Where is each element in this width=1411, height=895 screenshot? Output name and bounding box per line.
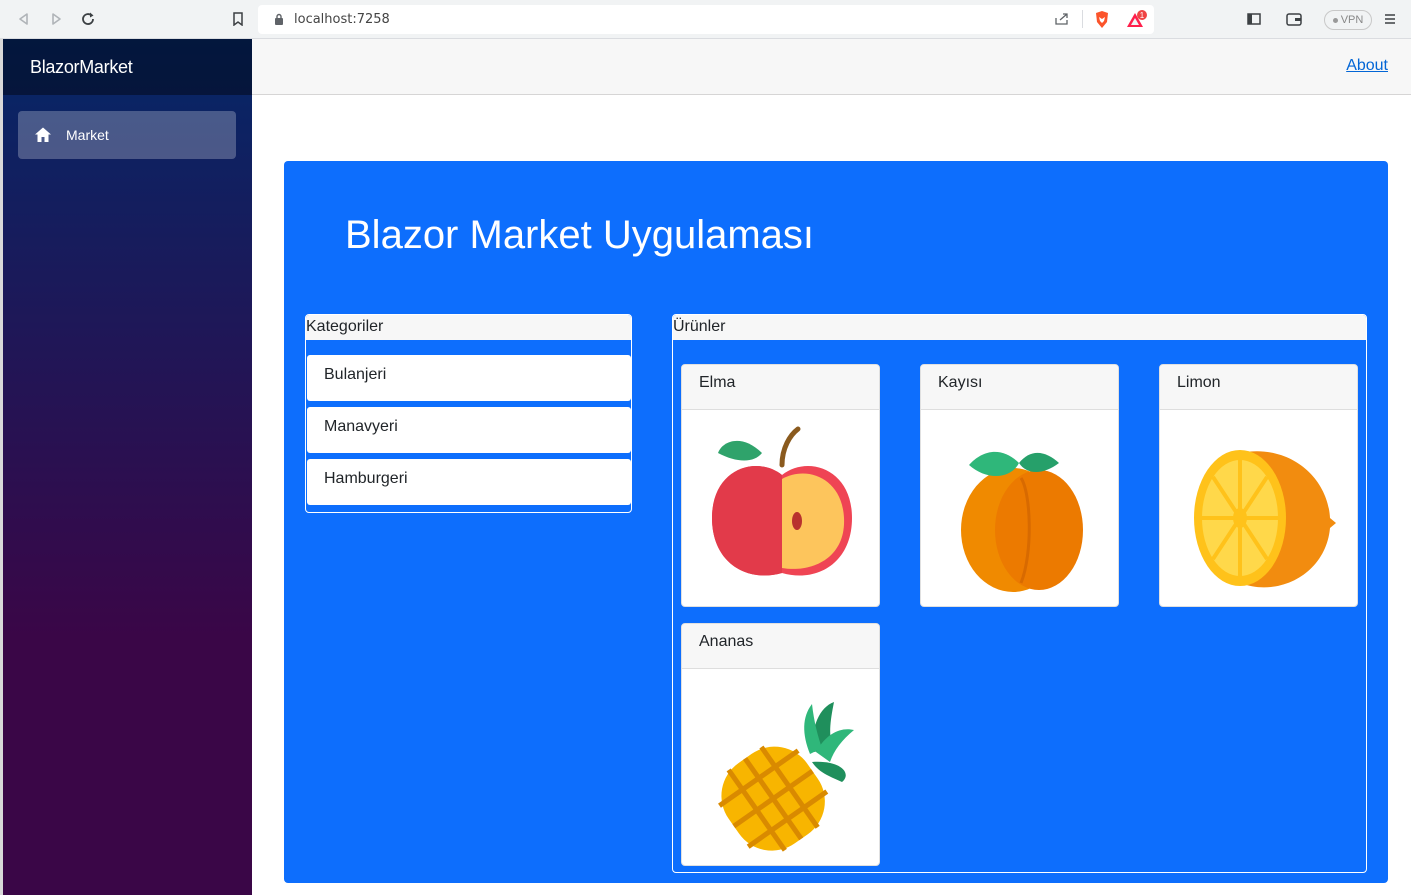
apricot-icon <box>961 451 1083 592</box>
product-card[interactable]: Elma <box>681 364 880 607</box>
forward-icon[interactable] <box>46 9 66 29</box>
sidebar-toggle-icon[interactable] <box>1244 9 1264 29</box>
product-card[interactable]: Ananas <box>681 623 880 866</box>
url-text: localhost:7258 <box>294 12 390 27</box>
reload-icon[interactable] <box>78 9 98 29</box>
categories-header: Kategoriler <box>306 315 631 340</box>
product-card[interactable]: Limon <box>1159 364 1358 607</box>
category-item[interactable]: Bulanjeri <box>307 355 631 401</box>
product-name: Ananas <box>682 624 879 669</box>
categories-card: Kategoriler Bulanjeri Manavyeri Hamburge… <box>305 314 632 513</box>
top-row: About <box>252 39 1411 95</box>
address-bar[interactable]: localhost:7258 1 <box>258 5 1154 34</box>
product-name: Kayısı <box>921 365 1118 410</box>
products-card: Ürünler Elma Kayısı Limon Ananas <box>672 314 1367 873</box>
browser-toolbar: localhost:7258 1 VPN <box>0 0 1411 39</box>
product-name: Elma <box>682 365 879 410</box>
about-link[interactable]: About <box>1346 57 1388 75</box>
sidebar: BlazorMarket Market <box>0 39 252 895</box>
vpn-button[interactable]: VPN <box>1324 10 1372 30</box>
sidebar-item-market[interactable]: Market <box>18 111 236 159</box>
category-item[interactable]: Manavyeri <box>307 407 631 453</box>
lock-icon <box>275 13 283 25</box>
home-icon <box>35 127 51 142</box>
status-dot-icon <box>1332 17 1338 23</box>
page-title: Blazor Market Uygulaması <box>345 213 815 257</box>
share-icon[interactable] <box>1054 12 1070 26</box>
product-card[interactable]: Kayısı <box>920 364 1119 607</box>
notification-count: 1 <box>1140 11 1145 20</box>
sidebar-item-label: Market <box>66 127 109 143</box>
apple-icon <box>712 426 852 576</box>
menu-icon[interactable] <box>1380 9 1400 29</box>
brave-rewards-icon[interactable]: 1 <box>1126 10 1148 29</box>
vpn-label: VPN <box>1340 14 1364 26</box>
products-header: Ürünler <box>673 315 1366 340</box>
back-icon[interactable] <box>14 9 34 29</box>
divider <box>1082 10 1083 28</box>
product-name: Limon <box>1160 365 1357 410</box>
category-item[interactable]: Hamburgeri <box>307 459 631 505</box>
bookmark-icon[interactable] <box>228 9 248 29</box>
brand-link[interactable]: BlazorMarket <box>30 57 133 78</box>
brave-shield-icon[interactable] <box>1094 10 1110 29</box>
main-panel: Blazor Market Uygulaması Kategoriler Bul… <box>284 161 1388 883</box>
window-edge <box>0 39 3 895</box>
lemon-icon <box>1194 450 1336 588</box>
sidebar-header: BlazorMarket <box>0 39 252 95</box>
pineapple-icon <box>718 702 854 852</box>
wallet-icon[interactable] <box>1284 9 1304 29</box>
